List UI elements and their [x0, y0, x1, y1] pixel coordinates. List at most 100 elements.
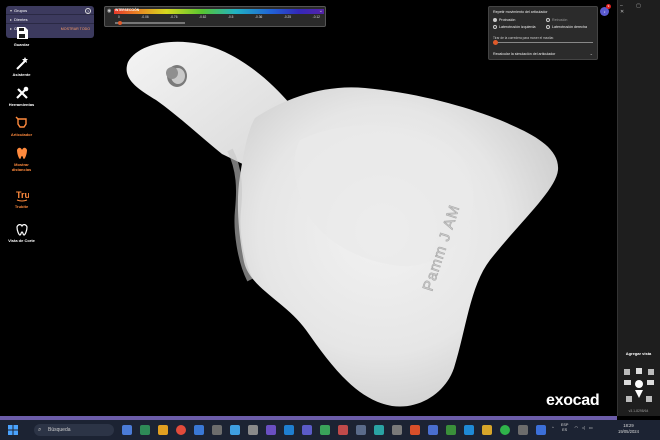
- radio-retrusion[interactable]: Retrusión: [546, 18, 567, 22]
- tick-label: -0.76: [170, 15, 178, 19]
- radio-label: Retrusión: [552, 18, 568, 22]
- app-icon[interactable]: [464, 425, 474, 435]
- keyboard-region[interactable]: ES: [561, 428, 569, 433]
- tick-label: -0.25: [283, 15, 292, 19]
- app-icon[interactable]: [266, 425, 276, 435]
- whatsapp-icon[interactable]: [500, 425, 510, 435]
- exocad-window: Pamm J AM ▾ Grupos ▸ Dientes ▸ Oculto MO…: [0, 0, 660, 440]
- app-icon[interactable]: [320, 425, 330, 435]
- app-icon[interactable]: [536, 425, 546, 435]
- app-icon[interactable]: [284, 425, 294, 435]
- wand-icon: [15, 57, 28, 70]
- volume-icon[interactable]: ◁: [582, 426, 585, 430]
- toolbar-cut-view[interactable]: Vista de Corte: [0, 222, 43, 243]
- task-view-icon[interactable]: [122, 425, 132, 435]
- articulator-icon: [15, 116, 27, 128]
- distance-icon: [16, 147, 27, 159]
- collapse-icon[interactable]: ⌄: [319, 8, 323, 14]
- view-navigation-icon[interactable]: [620, 366, 658, 406]
- show-all-button[interactable]: MOSTRAR TODO: [61, 27, 90, 31]
- system-tray[interactable]: ^ ESP ES ◠ ◁ ▭: [552, 423, 593, 433]
- app-icon[interactable]: [338, 425, 348, 435]
- radio-label: Protrusión: [499, 18, 516, 22]
- dental-model[interactable]: Pamm J AM: [0, 0, 617, 416]
- radio-lateral-right[interactable]: Laterotrusión derecha: [546, 25, 587, 29]
- toolbar-save[interactable]: Guardar: [0, 26, 43, 47]
- app-icon[interactable]: [428, 425, 438, 435]
- group-row-dientes[interactable]: ▸ Dientes: [6, 15, 94, 24]
- add-view-label[interactable]: Agregar vista: [617, 351, 660, 356]
- 3d-viewport[interactable]: Pamm J AM: [0, 0, 617, 416]
- app-icon[interactable]: [212, 425, 222, 435]
- app-icon[interactable]: [230, 425, 240, 435]
- toolbar-articulator[interactable]: Articulador: [0, 116, 43, 137]
- tick-label: -0.36: [254, 15, 263, 19]
- chevron-up-icon[interactable]: ^: [552, 426, 554, 430]
- articulator-panel: Repetir movimiento del articulador Protr…: [488, 6, 598, 60]
- color-scale-title: INTERSECCIÓN: [115, 8, 140, 12]
- tick-label: -0.5: [227, 15, 234, 19]
- app-icon[interactable]: [392, 425, 402, 435]
- tick-label: 0: [118, 15, 120, 19]
- chrome-icon[interactable]: [176, 425, 186, 435]
- window-controls[interactable]: – ▢ ✕: [620, 3, 660, 15]
- battery-icon[interactable]: ▭: [589, 426, 593, 430]
- radio-label: Laterotrusión derecha: [552, 25, 587, 29]
- edge-icon[interactable]: [194, 425, 204, 435]
- windows-taskbar: ⌕ Búsqueda ^ ESP ES ◠ ◁ ▭ 18:29 19/05/20…: [0, 420, 660, 440]
- slider-knob[interactable]: [118, 21, 122, 25]
- recalculate-button[interactable]: Recalcular la simulación del articulador: [493, 52, 555, 56]
- app-icon[interactable]: [302, 425, 312, 435]
- toolbar-assistant[interactable]: Asistente: [0, 56, 43, 77]
- toolbar-label: Asistente: [12, 72, 31, 77]
- windows-start-icon[interactable]: [8, 425, 18, 435]
- color-scale-ticks: 0 -0.06 -0.76 -0.62 -0.5 -0.36 -0.25 -0.…: [114, 15, 324, 20]
- svg-text:Tru: Tru: [16, 190, 29, 200]
- search-placeholder: Búsqueda: [48, 427, 71, 433]
- help-icon[interactable]: ?: [85, 8, 91, 14]
- app-icon[interactable]: [410, 425, 420, 435]
- eye-icon[interactable]: ◉: [107, 9, 112, 14]
- toolbar-label: Trubite: [14, 204, 29, 209]
- app-icon[interactable]: [248, 425, 258, 435]
- toolbar-trubite[interactable]: Tru Trubite: [0, 188, 43, 209]
- app-icon[interactable]: [356, 425, 366, 435]
- app-icon[interactable]: [374, 425, 384, 435]
- toolbar-tools[interactable]: Herramientas: [0, 86, 43, 107]
- chevron-down-icon: ▾: [10, 7, 13, 13]
- articulator-hint: Tirar de la corredera para mover el maxi…: [493, 36, 554, 40]
- radio-protrusion[interactable]: Protrusión: [493, 18, 515, 22]
- radio-dot: [546, 25, 550, 29]
- color-scale-slider[interactable]: [115, 21, 185, 25]
- radio-dot: [493, 25, 497, 29]
- radio-dot: [493, 18, 497, 22]
- taskbar-clock[interactable]: 18:29 19/05/2024: [618, 423, 639, 435]
- toolbar-label: Vista de Corte: [8, 238, 35, 243]
- articulator-slider-knob[interactable]: [493, 40, 498, 45]
- save-icon: [16, 27, 28, 39]
- tick-label: -0.06: [141, 15, 149, 19]
- toolbar-show-distances[interactable]: Mostrar distancias: [0, 146, 43, 172]
- group-row-label: Grupos: [14, 7, 28, 13]
- exocad-logo: exocad: [546, 392, 600, 409]
- app-icon[interactable]: [482, 425, 492, 435]
- app-icon[interactable]: [140, 425, 150, 435]
- radio-label: Laterotrusión izquierda: [499, 25, 536, 29]
- wifi-icon[interactable]: ◠: [575, 426, 578, 430]
- group-row-grupos[interactable]: ▾ Grupos: [6, 6, 94, 15]
- toolbar-label: Guardar: [13, 42, 30, 47]
- taskbar-search[interactable]: ⌕ Búsqueda: [34, 424, 114, 436]
- search-icon: ⌕: [38, 427, 42, 433]
- radio-lateral-left[interactable]: Laterotrusión izquierda: [493, 25, 536, 29]
- chevron-down-icon[interactable]: ⌄: [590, 51, 593, 56]
- articulator-slider[interactable]: [493, 42, 593, 43]
- version-label: v3.1-8298/64: [628, 409, 649, 413]
- radio-dot: [546, 18, 550, 22]
- app-icon[interactable]: [518, 425, 528, 435]
- explorer-icon[interactable]: [158, 425, 168, 435]
- app-icon[interactable]: [446, 425, 456, 435]
- articulator-title: Repetir movimiento del articulador: [493, 10, 548, 14]
- notification-count: 9: [606, 4, 611, 9]
- tick-label: -0.62: [199, 15, 207, 19]
- chevron-right-icon: ▸: [10, 16, 13, 22]
